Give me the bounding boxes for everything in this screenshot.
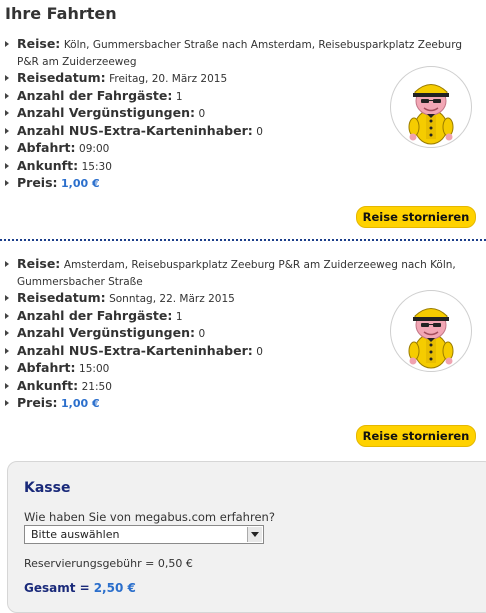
cancel-trip-button[interactable]: Reise stornieren — [356, 206, 476, 228]
referral-source-value: Bitte auswählen — [31, 528, 120, 541]
bullet-arrow-icon — [5, 145, 9, 151]
megabus-driver-mascot-icon — [390, 290, 472, 372]
bullet-arrow-icon — [5, 295, 9, 301]
bullet-arrow-icon — [5, 365, 9, 371]
passengers-value: 1 — [175, 90, 183, 103]
discounts-value: 0 — [198, 108, 206, 120]
departure-label: Abfahrt: — [17, 140, 76, 155]
arrival-label: Ankunft: — [17, 377, 79, 393]
bullet-arrow-icon — [5, 261, 9, 267]
date-value: Freitag, 20. März 2015 — [109, 73, 228, 85]
passengers-label: Anzahl der Fahrgäste: — [17, 307, 173, 323]
list-item: Preis: 1,00 € — [0, 175, 470, 193]
checkout-title: Kasse — [24, 480, 71, 496]
arrival-label: Ankunft: — [17, 157, 79, 173]
bullet-arrow-icon — [5, 180, 9, 186]
checkout-panel: Kasse Wie haben Sie von megabus.com erfa… — [7, 461, 486, 613]
price-label: Preis: — [17, 395, 58, 410]
list-item: Reise: Köln, Gummersbacher Straße nach A… — [0, 36, 470, 70]
divider — [0, 239, 486, 241]
bullet-arrow-icon — [5, 92, 9, 99]
date-value: Sonntag, 22. März 2015 — [109, 293, 235, 305]
bullet-arrow-icon — [5, 347, 9, 354]
nus-value: 0 — [256, 125, 263, 138]
list-item: Preis: 1,00 € — [0, 395, 470, 413]
list-item: Ankunft: 15:30 — [0, 158, 470, 176]
total-amount: 2,50 € — [93, 581, 136, 595]
discounts-label: Anzahl Vergünstigungen: — [17, 325, 195, 340]
bullet-arrow-icon — [5, 75, 9, 81]
list-item: Reise: Amsterdam, Reisebusparkplatz Zeeb… — [0, 256, 470, 290]
date-label: Reisedatum: — [17, 70, 106, 85]
departure-value: 09:00 — [79, 143, 110, 155]
referral-question: Wie haben Sie von megabus.com erfahren? — [24, 510, 275, 524]
discounts-label: Anzahl Vergünstigungen: — [17, 105, 195, 120]
total-label: Gesamt = — [24, 581, 90, 595]
nus-label: Anzahl NUS-Extra-Karteninhaber: — [17, 342, 253, 358]
list-item: Abfahrt: 09:00 — [0, 140, 470, 158]
list-item: Abfahrt: 15:00 — [0, 360, 470, 378]
page-title: Ihre Fahrten — [5, 4, 117, 23]
nus-label: Anzahl NUS-Extra-Karteninhaber: — [17, 122, 253, 138]
price-label: Preis: — [17, 175, 58, 190]
passengers-value: 1 — [175, 310, 183, 323]
megabus-driver-mascot-icon — [390, 66, 472, 148]
trip-card: Reise: Amsterdam, Reisebusparkplatz Zeeb… — [0, 256, 486, 447]
nus-value: 0 — [256, 345, 263, 358]
date-label: Reisedatum: — [17, 290, 106, 305]
bullet-arrow-icon — [5, 400, 9, 406]
bullet-arrow-icon — [5, 382, 9, 389]
bullet-arrow-icon — [5, 330, 9, 336]
arrival-value: 15:30 — [81, 160, 112, 173]
bullet-arrow-icon — [5, 110, 9, 116]
list-item: Ankunft: 21:50 — [0, 378, 470, 396]
route-value: Amsterdam, Reisebusparkplatz Zeeburg P&R… — [17, 259, 456, 288]
trip-card: Reise: Köln, Gummersbacher Straße nach A… — [0, 36, 486, 228]
passengers-label: Anzahl der Fahrgäste: — [17, 87, 173, 103]
discounts-value: 0 — [198, 328, 206, 340]
bullet-arrow-icon — [5, 127, 9, 134]
route-label: Reise: — [17, 36, 61, 51]
price-value: 1,00 € — [61, 397, 100, 410]
departure-value: 15:00 — [79, 363, 110, 375]
bullet-arrow-icon — [5, 162, 9, 169]
route-label: Reise: — [17, 256, 61, 271]
cancel-trip-button[interactable]: Reise stornieren — [356, 425, 476, 447]
route-value: Köln, Gummersbacher Straße nach Amsterda… — [17, 39, 463, 68]
page: Ihre Fahrten Reise: Köln, Gummersbacher … — [0, 0, 486, 613]
price-value: 1,00 € — [61, 177, 100, 190]
reservation-fee: Reservierungsgebühr = 0,50 € — [24, 557, 193, 570]
total-line: Gesamt = 2,50 € — [24, 581, 136, 595]
dropdown-arrow-icon[interactable] — [247, 527, 262, 542]
bullet-arrow-icon — [5, 41, 9, 47]
arrival-value: 21:50 — [81, 380, 112, 393]
referral-source-select[interactable]: Bitte auswählen — [24, 525, 264, 544]
bullet-arrow-icon — [5, 312, 9, 319]
departure-label: Abfahrt: — [17, 360, 76, 375]
